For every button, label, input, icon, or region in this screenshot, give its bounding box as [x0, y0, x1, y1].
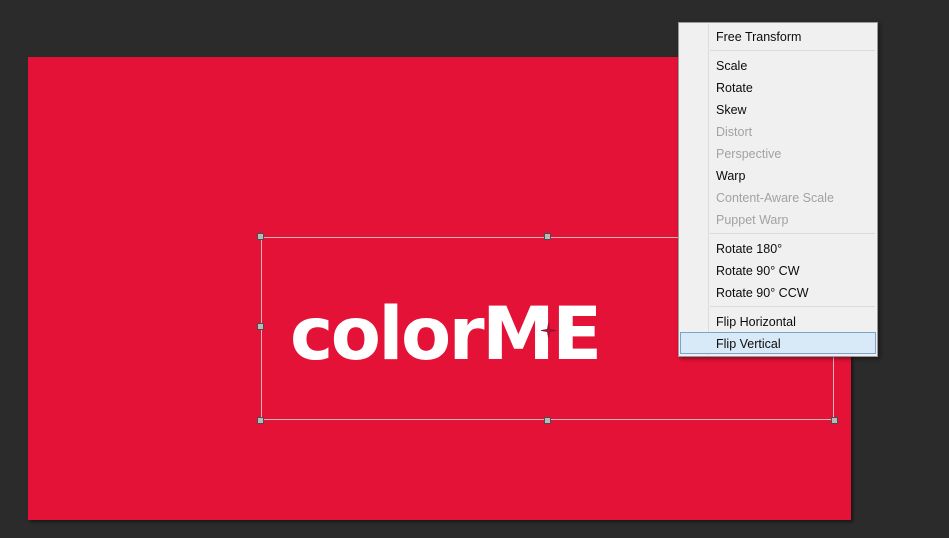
menu-item-rotate[interactable]: Rotate	[680, 76, 876, 98]
transform-context-menu[interactable]: Free Transform Scale Rotate Skew Distort Pers…	[678, 22, 878, 357]
menu-separator	[710, 50, 875, 51]
menu-item-rotate-180deg[interactable]: Rotate 180°	[680, 237, 876, 259]
menu-item-free-transform[interactable]: Free Transform	[680, 25, 876, 47]
menu-item-perspective: Perspective	[716, 147, 782, 161]
menu-item-content-aware-scale: Content-Aware Scale	[716, 191, 834, 205]
menu-separator	[710, 233, 875, 234]
menu-item-warp[interactable]: Warp	[680, 164, 876, 186]
menu-item-rotate-90deg-ccw[interactable]: Rotate 90° CCW	[680, 281, 876, 303]
application-window: colorME Free Transform Scale Rotate Skew Dis…	[0, 0, 949, 538]
artwork-text-colorme[interactable]: colorME	[290, 298, 635, 371]
menu-separator	[710, 306, 875, 307]
menu-item-distort: Distort	[716, 125, 753, 139]
menu-item-flip-horizontal[interactable]: Flip Horizontal	[680, 310, 876, 332]
menu-item-rotate-90deg-cw[interactable]: Rotate 90° CW	[680, 259, 876, 281]
menu-item-flip-vertical[interactable]: Flip Vertical	[680, 332, 876, 354]
menu-item-puppet-warp: Puppet Warp	[716, 213, 789, 227]
menu-item-skew[interactable]: Skew	[680, 98, 876, 120]
menu-item-scale[interactable]: Scale	[680, 54, 876, 76]
